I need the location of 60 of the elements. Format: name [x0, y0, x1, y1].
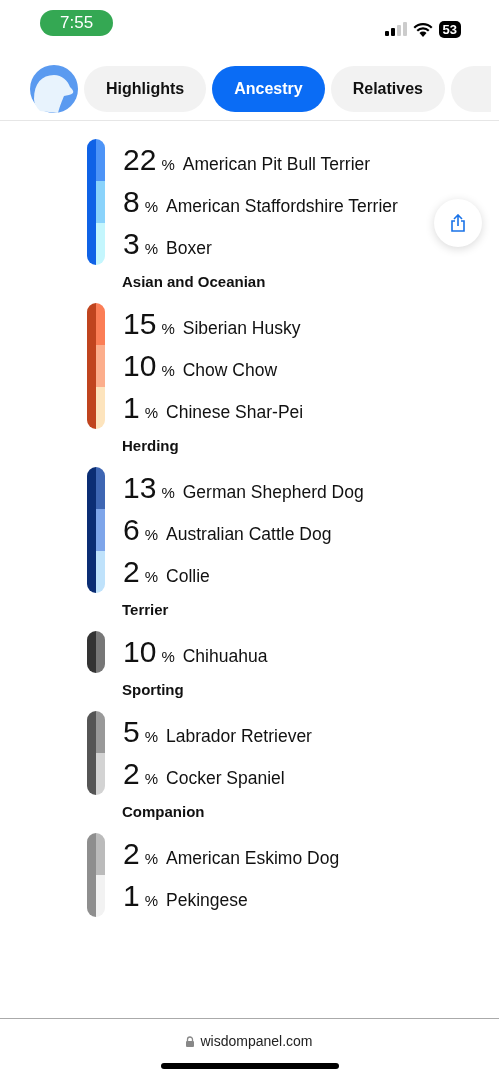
share-button[interactable]: [434, 199, 482, 247]
breed-name: Siberian Husky: [182, 317, 301, 340]
percent-sign: %: [161, 647, 175, 667]
breed-name: American Pit Bull Terrier: [182, 153, 371, 176]
breed-percentage: 3: [123, 226, 140, 262]
url-text[interactable]: wisdompanel.com: [200, 1033, 313, 1049]
percent-sign: %: [161, 483, 175, 503]
percent-sign: %: [161, 155, 175, 175]
breed-name: Cocker Spaniel: [166, 767, 285, 790]
breed-group-heading: Sporting: [122, 680, 185, 700]
breed-name: German Shepherd Dog: [182, 481, 364, 504]
breed-percentage: 6: [123, 512, 140, 548]
battery-indicator: 53: [438, 20, 461, 38]
breed-percentage: 2: [123, 554, 140, 590]
percent-sign: %: [161, 361, 175, 381]
percent-sign: %: [144, 769, 159, 789]
share-icon: [450, 214, 466, 232]
percent-sign: %: [144, 403, 159, 423]
percent-sign: %: [144, 197, 159, 217]
percent-sign: %: [161, 319, 175, 339]
tab[interactable]: Relatives: [330, 66, 445, 112]
breed-percentage: 1: [123, 878, 140, 914]
wifi-icon: [412, 21, 433, 37]
percent-sign: %: [144, 727, 159, 747]
lock-icon: [186, 1035, 195, 1047]
breed-name: Labrador Retriever: [166, 725, 312, 748]
percent-sign: %: [144, 891, 159, 911]
percent-sign: %: [144, 239, 159, 259]
breed-name: American Staffordshire Terrier: [166, 195, 398, 218]
breed-name: Chihuahua: [182, 645, 268, 668]
percent-sign: %: [144, 849, 159, 869]
breed-group-heading: Asian and Oceanian: [122, 272, 267, 292]
breed-percentage: 5: [123, 714, 140, 750]
signal-icon: [384, 22, 407, 36]
breed-percentage: 10: [123, 348, 157, 384]
breed-percentage: 8: [123, 184, 140, 220]
percent-sign: %: [144, 525, 159, 545]
dog-avatar-icon[interactable]: [30, 65, 78, 113]
breed-name: Chow Chow: [182, 359, 278, 382]
breed-percentage: 10: [123, 634, 157, 670]
breed-name: Collie: [166, 565, 210, 588]
breed-group-heading: Herding: [122, 436, 180, 456]
breed-group-heading: Terrier: [122, 600, 170, 620]
breed-percentage: 1: [123, 390, 140, 426]
tab[interactable]: Highlights: [84, 66, 207, 112]
status-time: 7:55: [40, 10, 114, 36]
breed-percentage: 22: [123, 142, 157, 178]
breed-name: American Eskimo Dog: [166, 847, 340, 870]
breed-name: Pekingese: [166, 889, 248, 912]
breed-percentage: 2: [123, 756, 140, 792]
ancestry-bar: [87, 631, 105, 673]
breed-group-heading: Companion: [122, 802, 206, 822]
percent-sign: %: [144, 567, 159, 587]
breed-name: Chinese Shar-Pei: [166, 401, 304, 424]
breed-name: Australian Cattle Dog: [166, 523, 332, 546]
breed-percentage: 2: [123, 836, 140, 872]
tab[interactable]: Ancestry: [212, 66, 325, 112]
breed-percentage: 13: [123, 470, 157, 506]
breed-percentage: 15: [123, 306, 157, 342]
breed-name: Boxer: [166, 237, 212, 260]
